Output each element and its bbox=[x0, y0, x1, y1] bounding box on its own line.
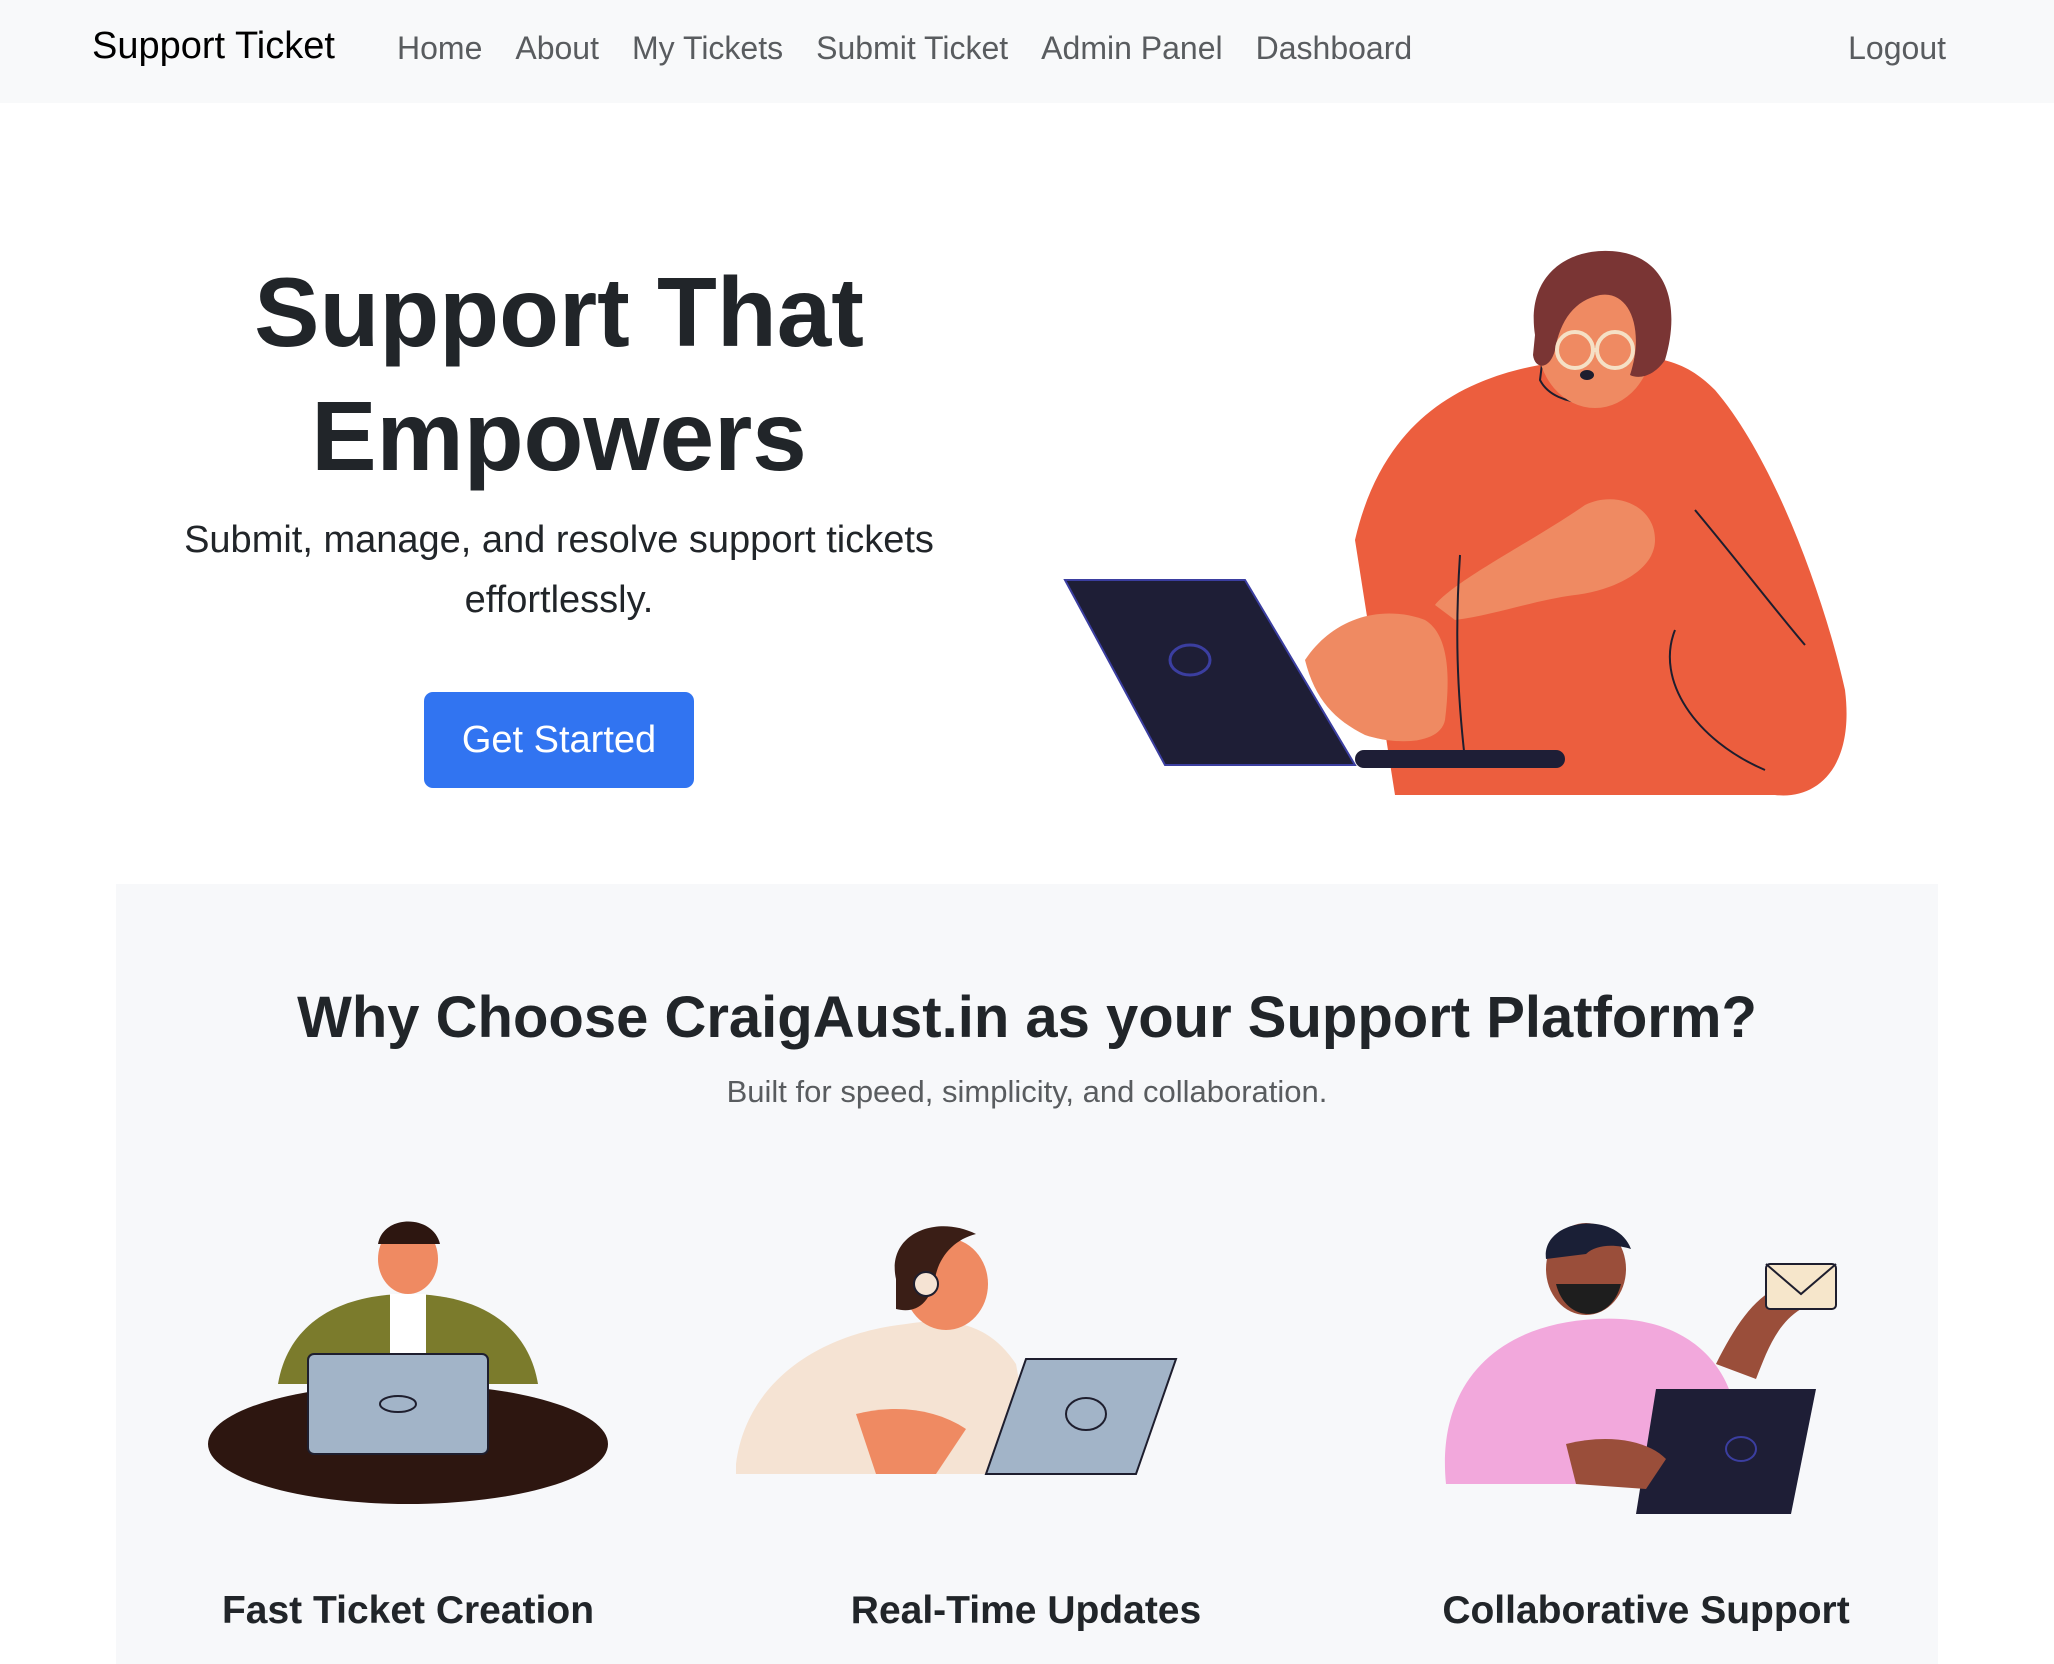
navbar: Support Ticket Home About My Tickets Sub… bbox=[0, 0, 2054, 103]
nav-link-admin-panel[interactable]: Admin Panel bbox=[1041, 30, 1222, 67]
nav-link-submit-ticket[interactable]: Submit Ticket bbox=[816, 30, 1008, 67]
brand-link[interactable]: Support Ticket bbox=[92, 25, 335, 68]
feature-title-real-time: Real-Time Updates bbox=[850, 1589, 1202, 1632]
nav-links: Home About My Tickets Submit Ticket Admi… bbox=[397, 30, 1412, 67]
get-started-button[interactable]: Get Started bbox=[424, 692, 694, 788]
hero-title: Support That Empowers bbox=[130, 250, 988, 498]
hero-subtitle: Submit, manage, and resolve support tick… bbox=[184, 519, 934, 621]
hero-illustration bbox=[1063, 250, 1847, 796]
hero-title-line1: Support That bbox=[254, 257, 864, 367]
features-section: Why Choose CraigAust.in as your Support … bbox=[116, 884, 1938, 1664]
nav-link-home[interactable]: Home bbox=[397, 30, 482, 67]
features-subtitle: Built for speed, simplicity, and collabo… bbox=[726, 1074, 1328, 1109]
nav-link-my-tickets[interactable]: My Tickets bbox=[632, 30, 783, 67]
features-title: Why Choose CraigAust.in as your Support … bbox=[297, 985, 1757, 1050]
hero-title-line2: Empowers bbox=[311, 381, 807, 491]
feature-title-collaborative: Collaborative Support bbox=[1442, 1589, 1850, 1632]
fast-ticket-illustration bbox=[208, 1221, 608, 1504]
nav-link-dashboard[interactable]: Dashboard bbox=[1256, 30, 1413, 67]
feature-title-fast-ticket: Fast Ticket Creation bbox=[221, 1589, 595, 1632]
logout-link[interactable]: Logout bbox=[1848, 30, 1946, 67]
real-time-illustration bbox=[736, 1226, 1178, 1475]
nav-link-about[interactable]: About bbox=[515, 30, 599, 67]
collaborative-illustration bbox=[1444, 1223, 1837, 1514]
